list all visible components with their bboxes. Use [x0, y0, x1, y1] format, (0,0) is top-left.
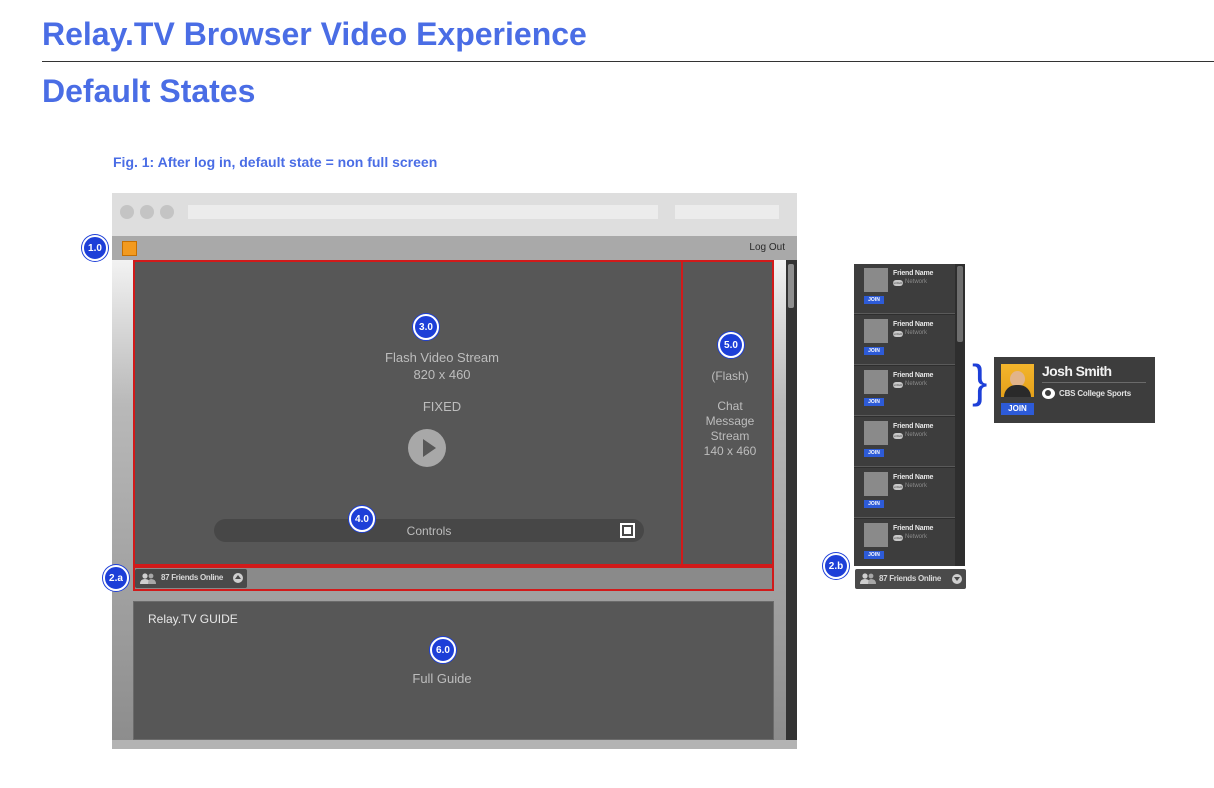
friend-row-name: Friend Name	[893, 525, 934, 532]
friend-row-join-button[interactable]: JOIN	[864, 296, 884, 304]
friend-row-network: Network	[905, 381, 928, 387]
network-logo-icon: LOGO	[893, 433, 903, 439]
friends-online-toggle-expanded[interactable]: 87 Friends Online	[855, 569, 966, 589]
friend-row-network: Network	[905, 534, 928, 540]
join-button[interactable]: JOIN	[1001, 403, 1034, 415]
friend-row-join-button[interactable]: JOIN	[864, 449, 884, 457]
callout-badge-1-0: 1.0	[82, 235, 108, 261]
friend-row-network: Network	[905, 432, 928, 438]
stream-size-text: 820 x 460	[413, 367, 471, 382]
chat-description: Chat Message Stream 140 x 460	[684, 399, 776, 459]
friend-detail-card[interactable]: Josh Smith CBS College Sports JOIN	[994, 357, 1155, 423]
friend-avatar	[864, 421, 888, 445]
friends-list-panel: Friend Name LOGO Network JOIN Friend Name LOG…	[854, 264, 965, 566]
browser-chrome	[112, 193, 797, 236]
chevron-up-icon[interactable]	[233, 573, 243, 583]
minimize-dot-icon[interactable]	[140, 205, 154, 219]
friends-icon	[140, 573, 156, 584]
chat-type-label: (Flash)	[711, 369, 749, 383]
logout-link[interactable]: Log Out	[749, 242, 785, 253]
chevron-down-icon[interactable]	[952, 574, 962, 584]
friend-avatar	[864, 370, 888, 394]
callout-badge-5-0: 5.0	[718, 332, 744, 358]
play-icon[interactable]	[408, 429, 446, 467]
brace-icon: }	[972, 355, 988, 407]
friend-avatar	[864, 319, 888, 343]
relay-logo-icon[interactable]	[122, 241, 137, 256]
friend-row[interactable]: Friend Name LOGO Network JOIN	[854, 366, 955, 416]
app-header: Log Out	[112, 236, 797, 260]
document-subtitle: Default States	[42, 73, 256, 109]
friend-row-name: Friend Name	[893, 423, 934, 430]
friend-row-join-button[interactable]: JOIN	[864, 500, 884, 508]
callout-badge-4-0: 4.0	[349, 506, 375, 532]
friend-row-join-button[interactable]: JOIN	[864, 551, 884, 559]
friends-online-count: 87 Friends Online	[879, 574, 942, 583]
friend-row[interactable]: Friend Name LOGO Network JOIN	[854, 468, 955, 518]
fixed-label: FIXED	[422, 399, 462, 414]
friend-avatar	[864, 523, 888, 547]
friend-row-network: Network	[905, 483, 928, 489]
page-scrollbar-thumb[interactable]	[788, 264, 794, 308]
friends-online-count: 87 Friends Online	[161, 573, 224, 582]
document-title: Relay.TV Browser Video Experience	[42, 16, 587, 52]
chat-line-1: Chat	[717, 399, 743, 413]
friend-row-name: Friend Name	[893, 270, 934, 277]
friends-list-scrollbar[interactable]	[957, 266, 963, 342]
friend-row-name: Friend Name	[893, 321, 934, 328]
browser-bottom-edge	[112, 740, 797, 749]
network-logo-icon: LOGO	[893, 331, 903, 337]
page-scrollbar[interactable]	[786, 260, 797, 740]
friend-row-join-button[interactable]: JOIN	[864, 398, 884, 406]
friend-avatar	[864, 268, 888, 292]
friend-name: Josh Smith	[1042, 363, 1112, 379]
full-guide-label: Full Guide	[412, 671, 472, 686]
controls-label: Controls	[406, 524, 452, 538]
friend-row[interactable]: Friend Name LOGO Network JOIN	[854, 264, 955, 314]
chat-line-2: Message	[705, 414, 755, 428]
chat-line-3: Stream	[710, 429, 750, 443]
network-logo-icon: LOGO	[893, 484, 903, 490]
friend-row-join-button[interactable]: JOIN	[864, 347, 884, 355]
avatar-shirt	[1004, 385, 1031, 397]
friend-row-name: Friend Name	[893, 474, 934, 481]
video-stream-label: Flash Video Stream 820 x 460	[342, 349, 542, 383]
address-bar[interactable]	[188, 205, 658, 219]
friend-row[interactable]: Friend Name LOGO Network JOIN	[854, 417, 955, 467]
chat-size: 140 x 460	[703, 444, 757, 458]
network-logo-icon	[1042, 388, 1055, 399]
browser-search-bar[interactable]	[675, 205, 779, 219]
callout-badge-6-0: 6.0	[430, 637, 456, 663]
friend-row[interactable]: Friend Name LOGO Network JOIN	[854, 519, 955, 566]
card-divider	[1042, 382, 1146, 383]
friends-icon	[860, 573, 876, 584]
friend-row[interactable]: Friend Name LOGO Network JOIN	[854, 315, 955, 365]
network-logo-icon: LOGO	[893, 382, 903, 388]
fullscreen-icon[interactable]	[620, 523, 635, 538]
friends-online-toggle[interactable]: 87 Friends Online	[135, 569, 247, 588]
guide-title: Relay.TV GUIDE	[148, 612, 238, 626]
friend-row-network: Network	[905, 279, 928, 285]
title-divider	[42, 61, 1214, 62]
callout-badge-2-a: 2.a	[103, 565, 129, 591]
friend-network: CBS College Sports	[1059, 389, 1131, 398]
friend-row-name: Friend Name	[893, 372, 934, 379]
friend-avatar	[864, 472, 888, 496]
figure-caption: Fig. 1: After log in, default state = no…	[113, 154, 438, 170]
stream-type-text: Flash Video Stream	[385, 350, 499, 365]
callout-badge-3-0: 3.0	[413, 314, 439, 340]
friend-row-network: Network	[905, 330, 928, 336]
network-logo-icon: LOGO	[893, 535, 903, 541]
close-dot-icon[interactable]	[120, 205, 134, 219]
network-logo-icon: LOGO	[893, 280, 903, 286]
browser-window: Log Out Flash Video Stream 820 x 460 FIX…	[112, 193, 797, 749]
maximize-dot-icon[interactable]	[160, 205, 174, 219]
player-controls-bar[interactable]: Controls	[214, 519, 644, 542]
callout-badge-2-b: 2.b	[823, 553, 849, 579]
avatar	[1001, 364, 1034, 397]
